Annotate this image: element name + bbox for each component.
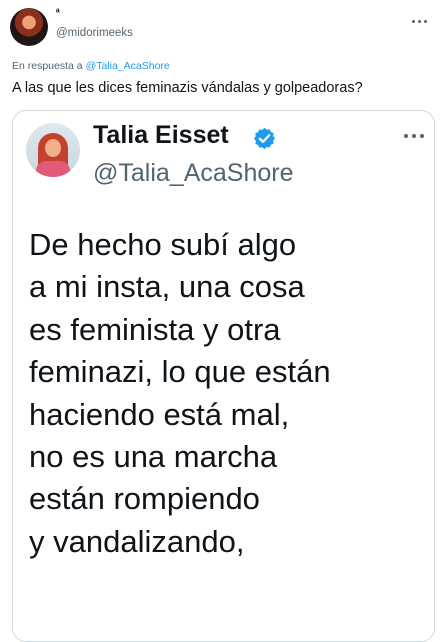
verified-badge-icon (253, 127, 276, 150)
more-options-icon[interactable] (412, 14, 432, 28)
author-handle[interactable]: @midorimeeks (56, 27, 133, 39)
quoted-tweet-text: De hecho subí algo a mi insta, una cosa … (29, 227, 331, 559)
quoted-tweet-card[interactable]: Talia Eisset @Talia_AcaShore De hecho su… (12, 110, 435, 642)
quoted-author-avatar[interactable] (26, 123, 80, 177)
reply-prefix: En respuesta a (12, 60, 83, 72)
quoted-display-name[interactable]: Talia Eisset (93, 121, 229, 150)
quoted-more-options-icon[interactable] (404, 134, 424, 138)
tweet-header: ᵃ @midorimeeks (0, 0, 445, 52)
tweet-text: A las que les dices feminazis vándalas y… (12, 80, 363, 96)
reply-context: En respuesta a @Talia_AcaShore (12, 60, 170, 72)
reply-to-link[interactable]: @Talia_AcaShore (86, 60, 170, 72)
author-avatar[interactable] (10, 8, 48, 46)
author-display-name[interactable]: ᵃ (56, 7, 60, 18)
quoted-handle[interactable]: @Talia_AcaShore (93, 159, 294, 188)
